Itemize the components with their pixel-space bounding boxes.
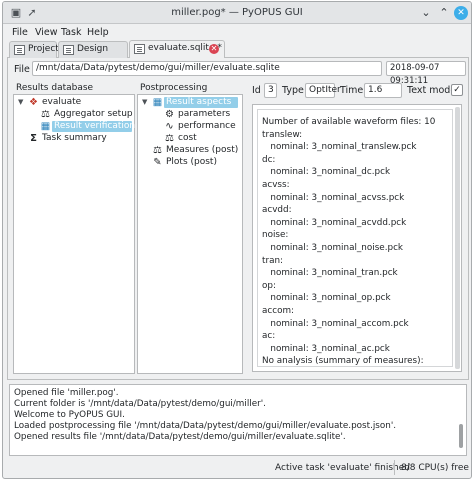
detail-panel: Number of available waveform files: 10 t…: [252, 104, 462, 372]
log-panel[interactable]: Opened file 'miller.pog'. Current folder…: [9, 384, 467, 456]
results-view: File /mnt/data/Data/pytest/demo/gui/mill…: [7, 58, 469, 380]
window-title: miller.pog* — PyOPUS GUI: [171, 7, 303, 18]
file-date-field[interactable]: 2018-09-07 09:31:11: [386, 61, 466, 86]
close-tab-icon[interactable]: ✕: [209, 44, 219, 54]
table-icon: ▦: [152, 97, 163, 108]
tree-item-cost[interactable]: ⚖ cost: [140, 133, 240, 144]
table-icon: ▦: [40, 121, 51, 132]
tree-item-label: performance: [178, 121, 236, 131]
time-label: Time: [340, 85, 364, 96]
log-line: Opened file 'miller.pog'.: [14, 388, 119, 398]
tree-item-task-summary[interactable]: Σ Task summary: [16, 133, 132, 144]
minimize-button[interactable]: ⌄: [419, 6, 433, 20]
file-label: File: [14, 64, 30, 75]
text-mode-label: Text mode: [407, 85, 457, 96]
type-label: Type: [282, 85, 304, 96]
tree-item-label: Result verification: [54, 121, 136, 131]
scales-icon: ⚖: [153, 145, 162, 156]
task-status-text: Active task 'evaluate' finished: [275, 463, 410, 473]
pencil-icon: ✎: [153, 157, 162, 168]
tab-project-label: Project: [28, 44, 59, 54]
log-scrollbar[interactable]: [457, 386, 465, 454]
results-database-tree[interactable]: ▼ ❖ evaluate ⚖ Aggregator setup ▦ Result…: [13, 94, 135, 374]
menu-bar: File View Task Help: [3, 25, 471, 40]
tree-item-label: Measures (post): [166, 145, 239, 155]
scales-icon: ⚖: [41, 109, 50, 120]
chart-icon: ∿: [165, 121, 174, 132]
tab-evaluate-sqlite[interactable]: evaluate.sqlite * ✕: [129, 40, 225, 58]
time-field[interactable]: 1.6: [364, 83, 402, 98]
log-line: Opened results file '/mnt/data/Data/pyte…: [14, 432, 346, 442]
collapse-arrow-icon[interactable]: ▼: [142, 97, 147, 108]
status-bar: Active task 'evaluate' finished 8/8 CPU(…: [3, 458, 471, 478]
detail-scrollbar[interactable]: [455, 107, 460, 369]
postprocessing-title: Postprocessing: [140, 83, 208, 93]
tree-item-result-verification[interactable]: ▦ Result verification: [16, 121, 136, 132]
tree-item-plots-post[interactable]: ✎ Plots (post): [140, 157, 240, 168]
tree-item-label: evaluate: [42, 97, 82, 107]
design-tasks-icon: [63, 45, 74, 55]
log-line: Current folder is '/mnt/data/Data/pytest…: [14, 399, 266, 409]
menu-help[interactable]: Help: [87, 27, 109, 38]
scales-icon: ⚖: [165, 133, 174, 144]
status-separator: [394, 460, 395, 475]
sigma-icon: Σ: [30, 133, 37, 144]
project-icon: [14, 45, 25, 55]
file-path-field[interactable]: /mnt/data/Data/pytest/demo/gui/miller/ev…: [32, 61, 382, 76]
tree-item-label: Result aspects: [166, 97, 232, 107]
log-line: Loaded postprocessing file '/mnt/data/Da…: [14, 421, 397, 431]
tree-item-performance[interactable]: ∿ performance: [140, 121, 240, 132]
wrench-icon: ⚙: [165, 109, 174, 120]
main-window: ▣ ➚ miller.pog* — PyOPUS GUI ⌄ ⌃ ✕ File …: [2, 1, 472, 479]
tree-item-evaluate[interactable]: ▼ ❖ evaluate: [16, 97, 132, 108]
log-line: Welcome to PyOPUS GUI.: [14, 410, 125, 420]
menu-task[interactable]: Task: [61, 27, 82, 38]
menu-view[interactable]: View: [35, 27, 58, 38]
tree-item-aggregator-setup[interactable]: ⚖ Aggregator setup: [16, 109, 133, 120]
tab-design-tasks[interactable]: Design Tasks: [58, 41, 128, 69]
tree-item-parameters[interactable]: ⚙ parameters: [140, 109, 240, 120]
tab-project[interactable]: Project: [9, 41, 59, 58]
tree-item-label: cost: [178, 133, 197, 143]
maximize-button[interactable]: ⌃: [437, 6, 451, 20]
text-mode-checkbox[interactable]: ✓: [451, 84, 463, 96]
tree-item-label: Aggregator setup: [54, 109, 133, 119]
tree-item-label: parameters: [178, 109, 231, 119]
document-tab-bar: Project Design Tasks evaluate.sqlite * ✕: [7, 40, 469, 69]
id-field[interactable]: 3: [264, 83, 277, 98]
tree-item-result-aspects[interactable]: ▼ ▦ Result aspects: [140, 97, 240, 108]
collapse-arrow-icon[interactable]: ▼: [18, 97, 23, 108]
postprocessing-tree[interactable]: ▼ ▦ Result aspects ⚙ parameters ∿ perfor…: [137, 94, 243, 374]
tree-item-label: Task summary: [42, 133, 107, 143]
results-database-title: Results database: [16, 83, 94, 93]
cpu-status-text: 8/8 CPU(s) free: [401, 463, 469, 473]
menu-file[interactable]: File: [12, 27, 28, 38]
close-window-button[interactable]: ✕: [454, 6, 468, 20]
tree-item-measures-post[interactable]: ⚖ Measures (post): [140, 145, 240, 156]
tasks-icon: ❖: [29, 97, 38, 108]
document-icon: [134, 44, 145, 54]
detail-text[interactable]: Number of available waveform files: 10 t…: [257, 109, 453, 367]
type-field[interactable]: OptIter: [305, 83, 341, 98]
tree-item-label: Plots (post): [166, 157, 217, 167]
id-label: Id: [252, 85, 261, 96]
title-bar: ▣ ➚ miller.pog* — PyOPUS GUI ⌄ ⌃ ✕: [3, 2, 471, 24]
